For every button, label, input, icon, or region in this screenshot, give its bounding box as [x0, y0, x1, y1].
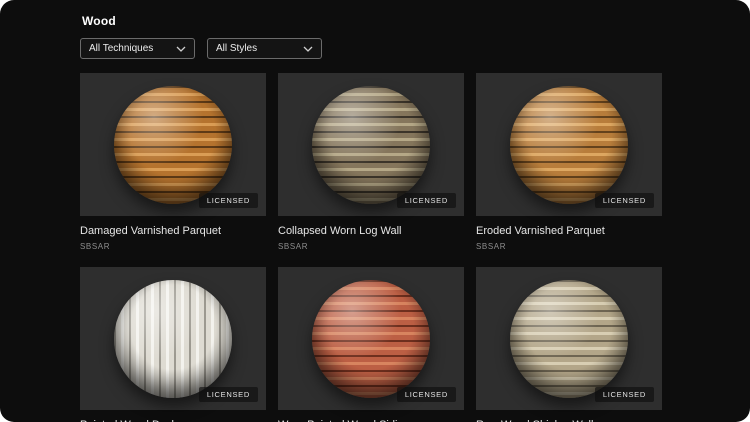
techniques-dropdown-label: All Techniques — [89, 43, 154, 54]
licensed-badge: LICENSED — [594, 193, 654, 208]
material-format: SBSAR — [278, 242, 309, 251]
material-thumbnail[interactable]: LICENSED — [278, 73, 464, 216]
chevron-down-icon — [303, 46, 313, 52]
material-card: LICENSED Raw Wood Shiplap Wall SBSAR — [476, 267, 662, 422]
material-card: LICENSED Worn Painted Wood Siding SBSAR — [278, 267, 464, 422]
material-card: LICENSED Damaged Varnished Parquet SBSAR — [80, 73, 266, 251]
material-format: SBSAR — [80, 242, 111, 251]
app-window: Wood All Techniques All Styles LICENSED … — [0, 0, 750, 422]
material-title: Eroded Varnished Parquet — [476, 225, 605, 237]
page-title: Wood — [82, 14, 116, 28]
material-sphere-preview — [114, 279, 232, 398]
material-card: LICENSED Collapsed Worn Log Wall SBSAR — [278, 73, 464, 251]
techniques-dropdown[interactable]: All Techniques — [80, 38, 195, 59]
material-title: Damaged Varnished Parquet — [80, 225, 222, 237]
material-thumbnail[interactable]: LICENSED — [476, 73, 662, 216]
licensed-badge: LICENSED — [198, 387, 258, 402]
licensed-badge: LICENSED — [396, 387, 456, 402]
material-grid: LICENSED Damaged Varnished Parquet SBSAR… — [80, 73, 750, 422]
material-thumbnail[interactable]: LICENSED — [80, 267, 266, 410]
material-sphere-preview — [510, 85, 628, 204]
licensed-badge: LICENSED — [396, 193, 456, 208]
material-sphere-preview — [312, 279, 430, 398]
material-card: LICENSED Eroded Varnished Parquet SBSAR — [476, 73, 662, 251]
material-sphere-preview — [510, 279, 628, 398]
chevron-down-icon — [176, 46, 186, 52]
material-title: Collapsed Worn Log Wall — [278, 225, 402, 237]
styles-dropdown[interactable]: All Styles — [207, 38, 322, 59]
licensed-badge: LICENSED — [594, 387, 654, 402]
material-thumbnail[interactable]: LICENSED — [278, 267, 464, 410]
material-format: SBSAR — [476, 242, 507, 251]
material-sphere-preview — [312, 85, 430, 204]
material-card: LICENSED Painted Wood Deck SBSAR — [80, 267, 266, 422]
material-sphere-preview — [114, 85, 232, 204]
styles-dropdown-label: All Styles — [216, 43, 258, 54]
material-thumbnail[interactable]: LICENSED — [476, 267, 662, 410]
filter-bar: All Techniques All Styles — [80, 38, 750, 59]
licensed-badge: LICENSED — [198, 193, 258, 208]
material-thumbnail[interactable]: LICENSED — [80, 73, 266, 216]
